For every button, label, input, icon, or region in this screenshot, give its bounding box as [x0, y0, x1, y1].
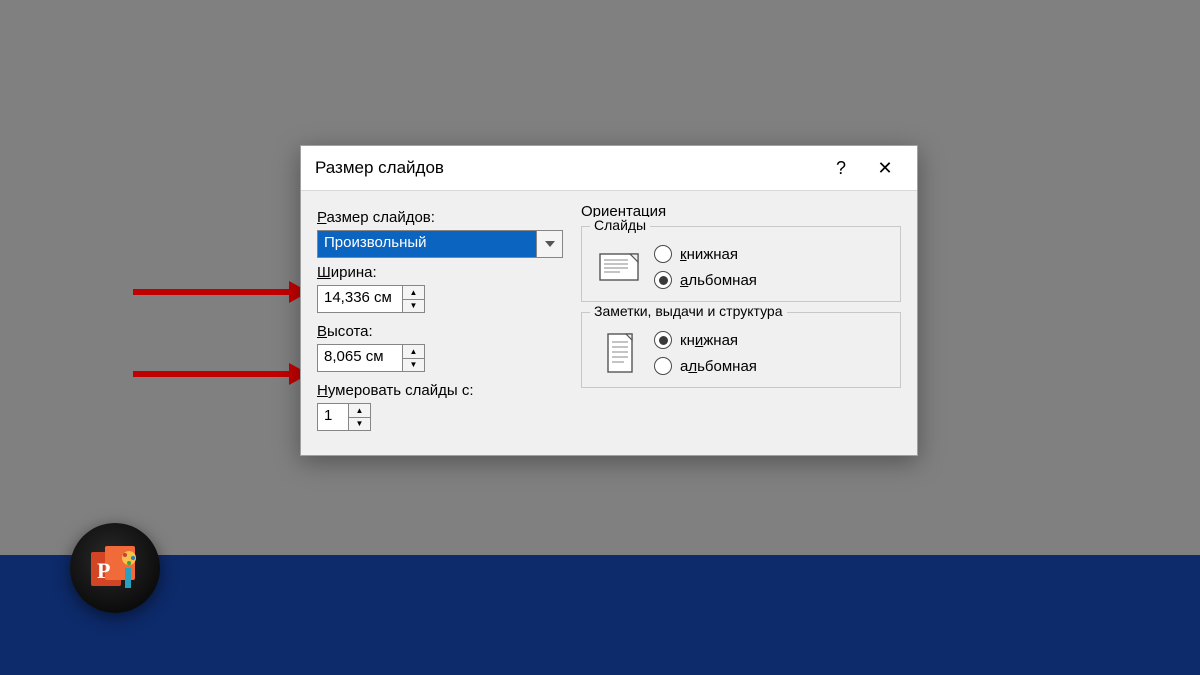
height-label: Высота:	[317, 323, 563, 340]
annotation-arrow-width	[133, 289, 293, 295]
width-label: Ширина:	[317, 264, 563, 281]
help-button[interactable]: ?	[819, 149, 863, 187]
spin-down-icon[interactable]: ▼	[349, 418, 370, 431]
slides-orientation-group: Слайды книжная	[581, 226, 901, 302]
notes-legend: Заметки, выдачи и структура	[590, 303, 787, 319]
chevron-down-icon	[536, 231, 562, 257]
height-value: 8,065 см	[318, 345, 402, 371]
radio-checked-icon	[654, 271, 672, 289]
notes-landscape-label: альбомная	[680, 358, 757, 375]
width-value: 14,336 см	[318, 286, 402, 312]
width-spinner[interactable]: 14,336 см ▲ ▼	[317, 285, 425, 313]
spin-down-icon[interactable]: ▼	[403, 300, 424, 313]
slide-size-dialog: Размер слайдов ? ✕ Размер слайдов: Произ…	[300, 145, 918, 456]
spin-up-icon[interactable]: ▲	[403, 286, 424, 300]
footer-bar	[0, 555, 1200, 675]
radio-icon	[654, 245, 672, 263]
notes-portrait-radio[interactable]: книжная	[654, 331, 757, 349]
dialog-title: Размер слайдов	[315, 158, 819, 178]
slides-portrait-radio[interactable]: книжная	[654, 245, 757, 263]
spin-down-icon[interactable]: ▼	[403, 359, 424, 372]
numbering-spinner[interactable]: 1 ▲ ▼	[317, 403, 371, 431]
slides-legend: Слайды	[590, 217, 650, 233]
close-button[interactable]: ✕	[863, 149, 907, 187]
powerpoint-logo: P	[70, 523, 160, 613]
height-spinner[interactable]: 8,065 см ▲ ▼	[317, 344, 425, 372]
left-column: Размер слайдов: Произвольный Ширина: 14,…	[317, 203, 563, 435]
numbering-spin-buttons[interactable]: ▲ ▼	[348, 404, 370, 430]
radio-icon	[654, 357, 672, 375]
annotation-arrow-height	[133, 371, 293, 377]
notes-orientation-group: Заметки, выдачи и структура	[581, 312, 901, 388]
slide-size-label: Размер слайдов:	[317, 209, 563, 226]
numbering-label: Нумеровать слайды с:	[317, 382, 563, 399]
slides-portrait-label: книжная	[680, 246, 738, 263]
slides-landscape-radio[interactable]: альбомная	[654, 271, 757, 289]
svg-text:P: P	[97, 558, 110, 583]
close-icon: ✕	[877, 158, 892, 179]
height-spin-buttons[interactable]: ▲ ▼	[402, 345, 424, 371]
spin-up-icon[interactable]: ▲	[349, 404, 370, 418]
notes-landscape-radio[interactable]: альбомная	[654, 357, 757, 375]
slide-size-combobox[interactable]: Произвольный	[317, 230, 563, 258]
page-portrait-icon	[598, 332, 640, 374]
width-spin-buttons[interactable]: ▲ ▼	[402, 286, 424, 312]
dialog-body: Размер слайдов: Произвольный Ширина: 14,…	[301, 190, 917, 455]
slide-size-selected: Произвольный	[318, 231, 536, 257]
right-column: Ориентация Слайды книж	[581, 203, 901, 435]
numbering-value: 1	[318, 404, 348, 430]
spin-up-icon[interactable]: ▲	[403, 345, 424, 359]
slides-landscape-label: альбомная	[680, 272, 757, 289]
help-icon: ?	[836, 158, 846, 179]
page-landscape-icon	[598, 246, 640, 288]
dialog-titlebar: Размер слайдов ? ✕	[301, 146, 917, 190]
radio-checked-icon	[654, 331, 672, 349]
notes-portrait-label: книжная	[680, 332, 738, 349]
